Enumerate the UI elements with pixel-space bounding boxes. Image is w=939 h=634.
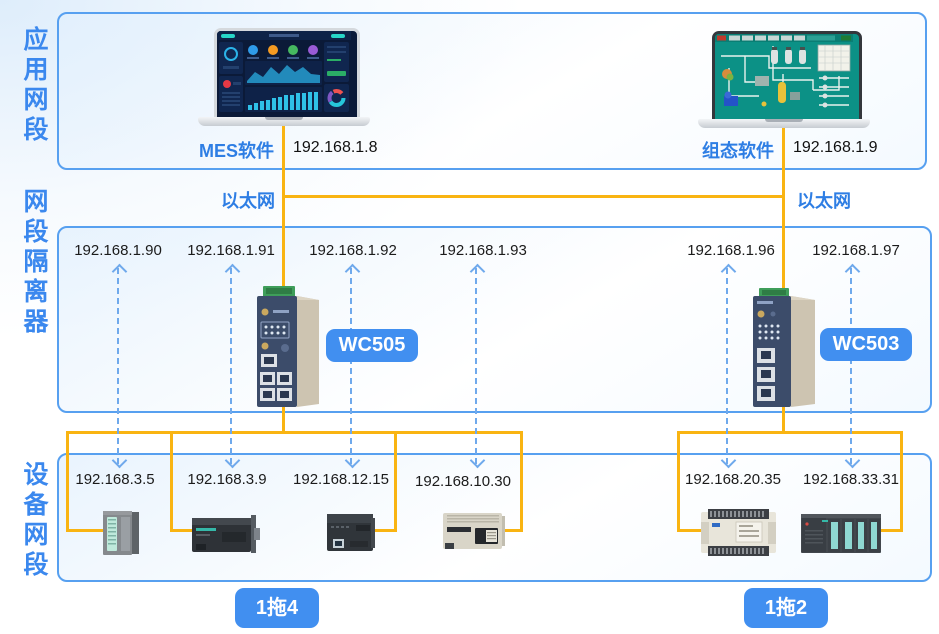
- ratio-badge-right: 1拖2: [744, 588, 828, 628]
- isolator-ip-1: 192.168.1.90: [53, 242, 183, 259]
- isolator-ip-6: 192.168.1.97: [791, 242, 921, 259]
- left-bus-stub-4: [504, 529, 523, 532]
- left-bus-stub-2: [170, 529, 194, 532]
- plc-delta-image: [700, 508, 777, 562]
- mapping-arrow-5: [726, 268, 728, 464]
- mes-ip: 192.168.1.8: [293, 139, 378, 157]
- isolator-ip-4: 192.168.1.93: [418, 242, 548, 259]
- mes-laptop: [198, 28, 370, 126]
- mes-laptop-base: [198, 117, 370, 126]
- wc505-badge: WC505: [326, 329, 418, 362]
- device-ip-3: 192.168.12.15: [276, 471, 406, 488]
- wc503-device-image: [745, 288, 821, 412]
- ethernet-label-left: 以太网: [213, 187, 275, 213]
- plc-siemens-module-image: [102, 509, 140, 562]
- mapping-arrow-2: [230, 268, 232, 464]
- right-bus-stub-2: [880, 529, 903, 532]
- device-ip-2: 192.168.3.9: [162, 471, 292, 488]
- wc503-badge: WC503: [820, 328, 912, 361]
- scada-label: 组态软件: [688, 137, 774, 163]
- mapping-arrow-3: [350, 268, 352, 464]
- left-bus-stub-3: [374, 529, 397, 532]
- laptop-notch: [765, 119, 803, 122]
- mes-laptop-screen: [214, 28, 360, 123]
- mapping-arrow-1: [117, 268, 119, 464]
- plc-mitsubishi-fx-image: [442, 510, 506, 557]
- left-bus-stub-1: [66, 529, 104, 532]
- isolator-ip-2: 192.168.1.91: [166, 242, 296, 259]
- section-title-app: 应用网段: [16, 26, 52, 146]
- plc-siemens-s71200-image: [326, 513, 376, 558]
- ethernet-bus-horizontal: [282, 195, 785, 198]
- network-topology-diagram: 应用网段 网段隔离器 设备网段: [0, 0, 939, 634]
- scada-laptop-screen: [712, 31, 862, 125]
- mes-label: MES软件: [188, 137, 274, 163]
- device-ip-1: 192.168.3.5: [50, 471, 180, 488]
- scada-laptop: [698, 31, 870, 128]
- laptop-notch: [265, 117, 303, 120]
- scada-hmi-image: [715, 34, 853, 116]
- plc-siemens-s7200-image: [192, 512, 260, 561]
- ratio-badge-left: 1拖4: [235, 588, 319, 628]
- device-ip-4: 192.168.10.30: [398, 473, 528, 490]
- mapping-arrow-4: [475, 268, 477, 464]
- wc505-device-image: [251, 286, 323, 412]
- ethernet-label-right: 以太网: [797, 187, 851, 213]
- isolator-ip-5: 192.168.1.96: [666, 242, 796, 259]
- scada-ip: 192.168.1.9: [793, 139, 878, 157]
- mapping-arrow-6: [850, 268, 852, 464]
- device-ip-5: 192.168.20.35: [668, 471, 798, 488]
- scada-laptop-base: [698, 119, 870, 128]
- plc-siemens-s7300-image: [800, 512, 882, 560]
- isolator-ip-3: 192.168.1.92: [288, 242, 418, 259]
- right-bus-horizontal: [677, 431, 903, 434]
- section-title-isolator: 网段隔离器: [16, 188, 52, 338]
- section-title-device: 设备网段: [16, 461, 52, 581]
- left-bus-horizontal: [66, 431, 523, 434]
- device-ip-6: 192.168.33.31: [786, 471, 916, 488]
- mes-dashboard-image: [217, 31, 351, 114]
